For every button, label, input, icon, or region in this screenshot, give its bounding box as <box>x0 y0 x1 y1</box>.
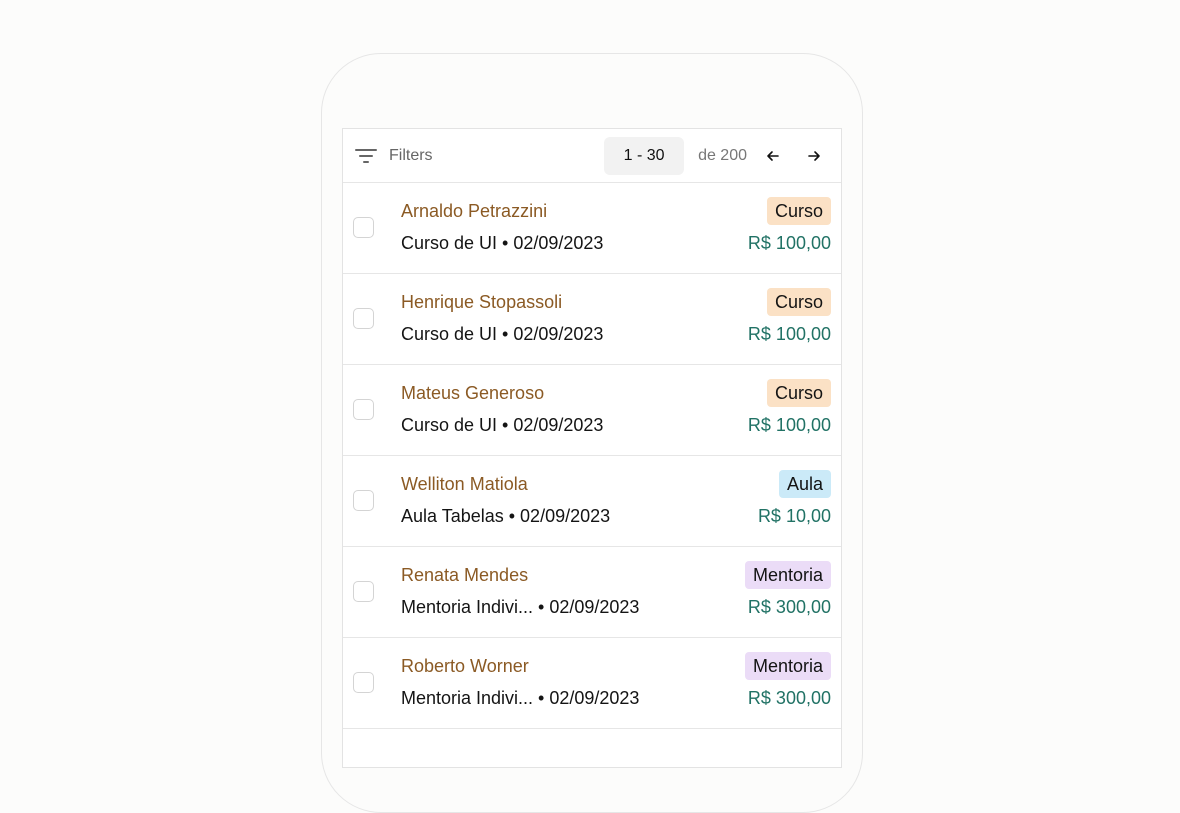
type-badge: Mentoria <box>744 652 831 680</box>
type-badge: Curso <box>766 379 831 407</box>
list-item[interactable]: Renata Mendes Mentoria Indivi... • 02/09… <box>343 547 841 638</box>
customer-name: Arnaldo Petrazzini <box>401 201 548 221</box>
filter-icon <box>355 148 377 164</box>
page-total: de 200 <box>698 146 747 164</box>
customer-name: Mateus Generoso <box>401 383 545 403</box>
list-item[interactable]: Henrique Stopassoli Curso de UI • 02/09/… <box>343 274 841 365</box>
arrow-left-icon <box>767 150 779 161</box>
customer-name: Renata Mendes <box>401 565 529 585</box>
row-checkbox[interactable] <box>353 217 374 238</box>
row-checkbox[interactable] <box>353 672 374 693</box>
list-item[interactable]: Roberto Worner Mentoria Indivi... • 02/0… <box>343 638 841 729</box>
list-item[interactable]: Arnaldo Petrazzini Curso de UI • 02/09/2… <box>343 183 841 274</box>
list-item[interactable]: Mateus Generoso Curso de UI • 02/09/2023… <box>343 365 841 456</box>
filters-label: Filters <box>389 146 433 164</box>
type-badge: Curso <box>766 288 831 316</box>
product-date: Mentoria Indivi... • 02/09/2023 <box>401 597 640 617</box>
arrow-right-icon <box>808 150 820 161</box>
product-date: Curso de UI • 02/09/2023 <box>401 233 604 253</box>
prev-page-button[interactable] <box>758 141 788 171</box>
price: R$ 300,00 <box>747 688 831 708</box>
product-date: Aula Tabelas • 02/09/2023 <box>401 506 611 526</box>
next-page-button[interactable] <box>799 141 829 171</box>
type-badge: Mentoria <box>744 561 831 589</box>
customer-name: Welliton Matiola <box>401 474 528 494</box>
pagination: 1 - 30 de 200 <box>604 136 829 175</box>
customer-name: Henrique Stopassoli <box>401 292 563 312</box>
filters-button[interactable]: Filters <box>355 147 433 165</box>
price: R$ 100,00 <box>747 324 831 344</box>
row-checkbox[interactable] <box>353 581 374 602</box>
price: R$ 10,00 <box>757 506 831 526</box>
product-date: Mentoria Indivi... • 02/09/2023 <box>401 688 640 708</box>
type-badge: Aula <box>778 470 831 498</box>
type-badge: Curso <box>766 197 831 225</box>
price: R$ 300,00 <box>747 597 831 617</box>
row-checkbox[interactable] <box>353 490 374 511</box>
list-item[interactable]: Welliton Matiola Aula Tabelas • 02/09/20… <box>343 456 841 547</box>
row-checkbox[interactable] <box>353 399 374 420</box>
price: R$ 100,00 <box>747 233 831 253</box>
page-range[interactable]: 1 - 30 <box>604 136 685 175</box>
product-date: Curso de UI • 02/09/2023 <box>401 415 604 435</box>
product-date: Curso de UI • 02/09/2023 <box>401 324 604 344</box>
transactions-panel: Filters 1 - 30 de 200 Arnaldo Petrazzini… <box>342 128 842 768</box>
customer-name: Roberto Worner <box>401 656 529 676</box>
toolbar: Filters 1 - 30 de 200 <box>343 129 841 183</box>
row-checkbox[interactable] <box>353 308 374 329</box>
price: R$ 100,00 <box>747 415 831 435</box>
